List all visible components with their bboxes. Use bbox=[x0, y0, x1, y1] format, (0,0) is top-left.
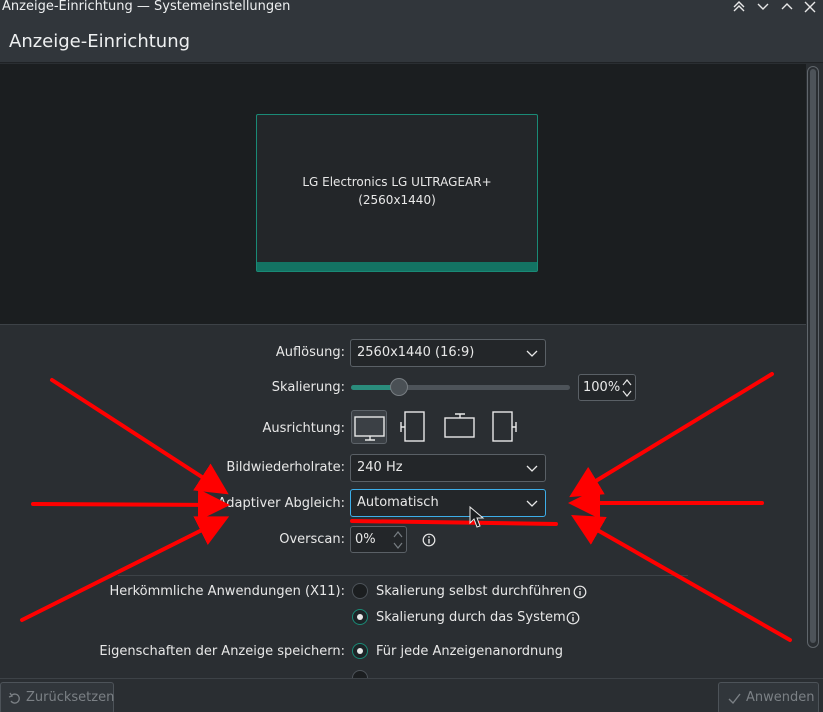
overscan-label: Overscan: bbox=[279, 532, 345, 547]
info-icon[interactable] bbox=[566, 611, 580, 625]
orientation-upside-down-button[interactable] bbox=[442, 410, 478, 444]
settings-main: LG Electronics LG ULTRAGEAR+ (2560x1440)… bbox=[0, 64, 806, 678]
adaptive-sync-label: Adaptiver Abgleich: bbox=[217, 496, 345, 511]
overscan-spinbox[interactable]: 0% bbox=[350, 526, 407, 553]
orientation-right-button[interactable] bbox=[486, 410, 522, 444]
save-per-layout-radio[interactable] bbox=[352, 643, 368, 659]
footer: Zurücksetzen Anwenden bbox=[0, 678, 823, 712]
save-second-option-radio[interactable] bbox=[352, 670, 368, 678]
overscan-value: 0% bbox=[355, 532, 376, 547]
window-title: Anzeige-Einrichtung — Systemeinstellunge… bbox=[2, 0, 291, 14]
monitor-primary-bar bbox=[257, 262, 537, 271]
checkmark-icon bbox=[728, 693, 741, 705]
apply-label: Anwenden bbox=[746, 690, 815, 705]
scrollbar[interactable] bbox=[807, 66, 819, 648]
refresh-rate-value: 240 Hz bbox=[357, 460, 403, 475]
window-titlebar: Anzeige-Einrichtung — Systemeinstellunge… bbox=[0, 0, 823, 16]
undo-icon bbox=[8, 692, 20, 704]
apply-button[interactable]: Anwenden bbox=[718, 682, 819, 712]
refresh-rate-combobox[interactable]: 240 Hz bbox=[350, 454, 546, 482]
reset-button[interactable]: Zurücksetzen bbox=[0, 682, 114, 712]
monitor-tile[interactable]: LG Electronics LG ULTRAGEAR+ (2560x1440) bbox=[256, 114, 538, 272]
scrollbar-thumb[interactable] bbox=[810, 69, 816, 643]
maximize-icon[interactable] bbox=[779, 0, 795, 14]
spin-arrows-icon[interactable] bbox=[621, 376, 633, 400]
section-divider bbox=[118, 575, 688, 576]
close-icon[interactable] bbox=[802, 0, 818, 14]
monitor-flipped-icon bbox=[444, 413, 475, 438]
spin-arrows-icon[interactable] bbox=[392, 528, 404, 552]
scale-label: Skalierung: bbox=[271, 380, 345, 395]
legacy-scale-self-text: Skalierung selbst durchführen bbox=[376, 584, 571, 599]
resolution-value: 2560x1440 (16:9) bbox=[357, 345, 475, 360]
display-preview: LG Electronics LG ULTRAGEAR+ (2560x1440) bbox=[0, 64, 806, 325]
chevron-down-icon bbox=[526, 465, 538, 472]
resolution-combobox[interactable]: 2560x1440 (16:9) bbox=[350, 339, 546, 367]
adaptive-sync-value: Automatisch bbox=[357, 495, 439, 510]
keep-above-icon[interactable] bbox=[731, 0, 747, 14]
chevron-down-icon bbox=[526, 500, 538, 507]
scale-slider-handle[interactable] bbox=[390, 378, 408, 396]
save-per-layout-text: Für jede Anzeigenanordnung bbox=[376, 644, 564, 659]
save-properties-label: Eigenschaften der Anzeige speichern: bbox=[99, 644, 345, 659]
legacy-apps-label: Herkömmliche Anwendungen (X11): bbox=[109, 584, 345, 599]
legacy-scale-self-radio[interactable] bbox=[352, 583, 368, 599]
reset-label: Zurücksetzen bbox=[26, 690, 115, 705]
monitor-resolution: (2560x1440) bbox=[358, 193, 436, 207]
monitor-landscape-icon bbox=[354, 416, 385, 441]
orientation-landscape-button[interactable] bbox=[351, 410, 387, 444]
monitor-rotate-left-icon bbox=[400, 411, 425, 442]
page-title: Anzeige-Einrichtung bbox=[9, 31, 191, 52]
monitor-name: LG Electronics LG ULTRAGEAR+ bbox=[302, 175, 492, 189]
chevron-down-icon bbox=[526, 350, 538, 357]
scale-value: 100% bbox=[583, 380, 621, 395]
refresh-rate-label: Bildwiederholrate: bbox=[226, 460, 345, 475]
monitor-rotate-right-icon bbox=[492, 411, 517, 442]
resolution-label: Auflösung: bbox=[275, 345, 345, 360]
legacy-scale-system-text: Skalierung durch das System bbox=[376, 610, 566, 625]
orientation-left-button[interactable] bbox=[397, 410, 433, 444]
legacy-scale-system-radio[interactable] bbox=[352, 609, 368, 625]
adaptive-sync-combobox[interactable]: Automatisch bbox=[350, 489, 546, 517]
scale-spinbox[interactable]: 100% bbox=[578, 374, 636, 401]
info-icon[interactable] bbox=[573, 585, 587, 599]
info-icon[interactable] bbox=[422, 533, 436, 547]
page-header: Anzeige-Einrichtung bbox=[0, 16, 823, 63]
orientation-label: Ausrichtung: bbox=[262, 421, 345, 436]
minimize-icon[interactable] bbox=[755, 0, 771, 14]
